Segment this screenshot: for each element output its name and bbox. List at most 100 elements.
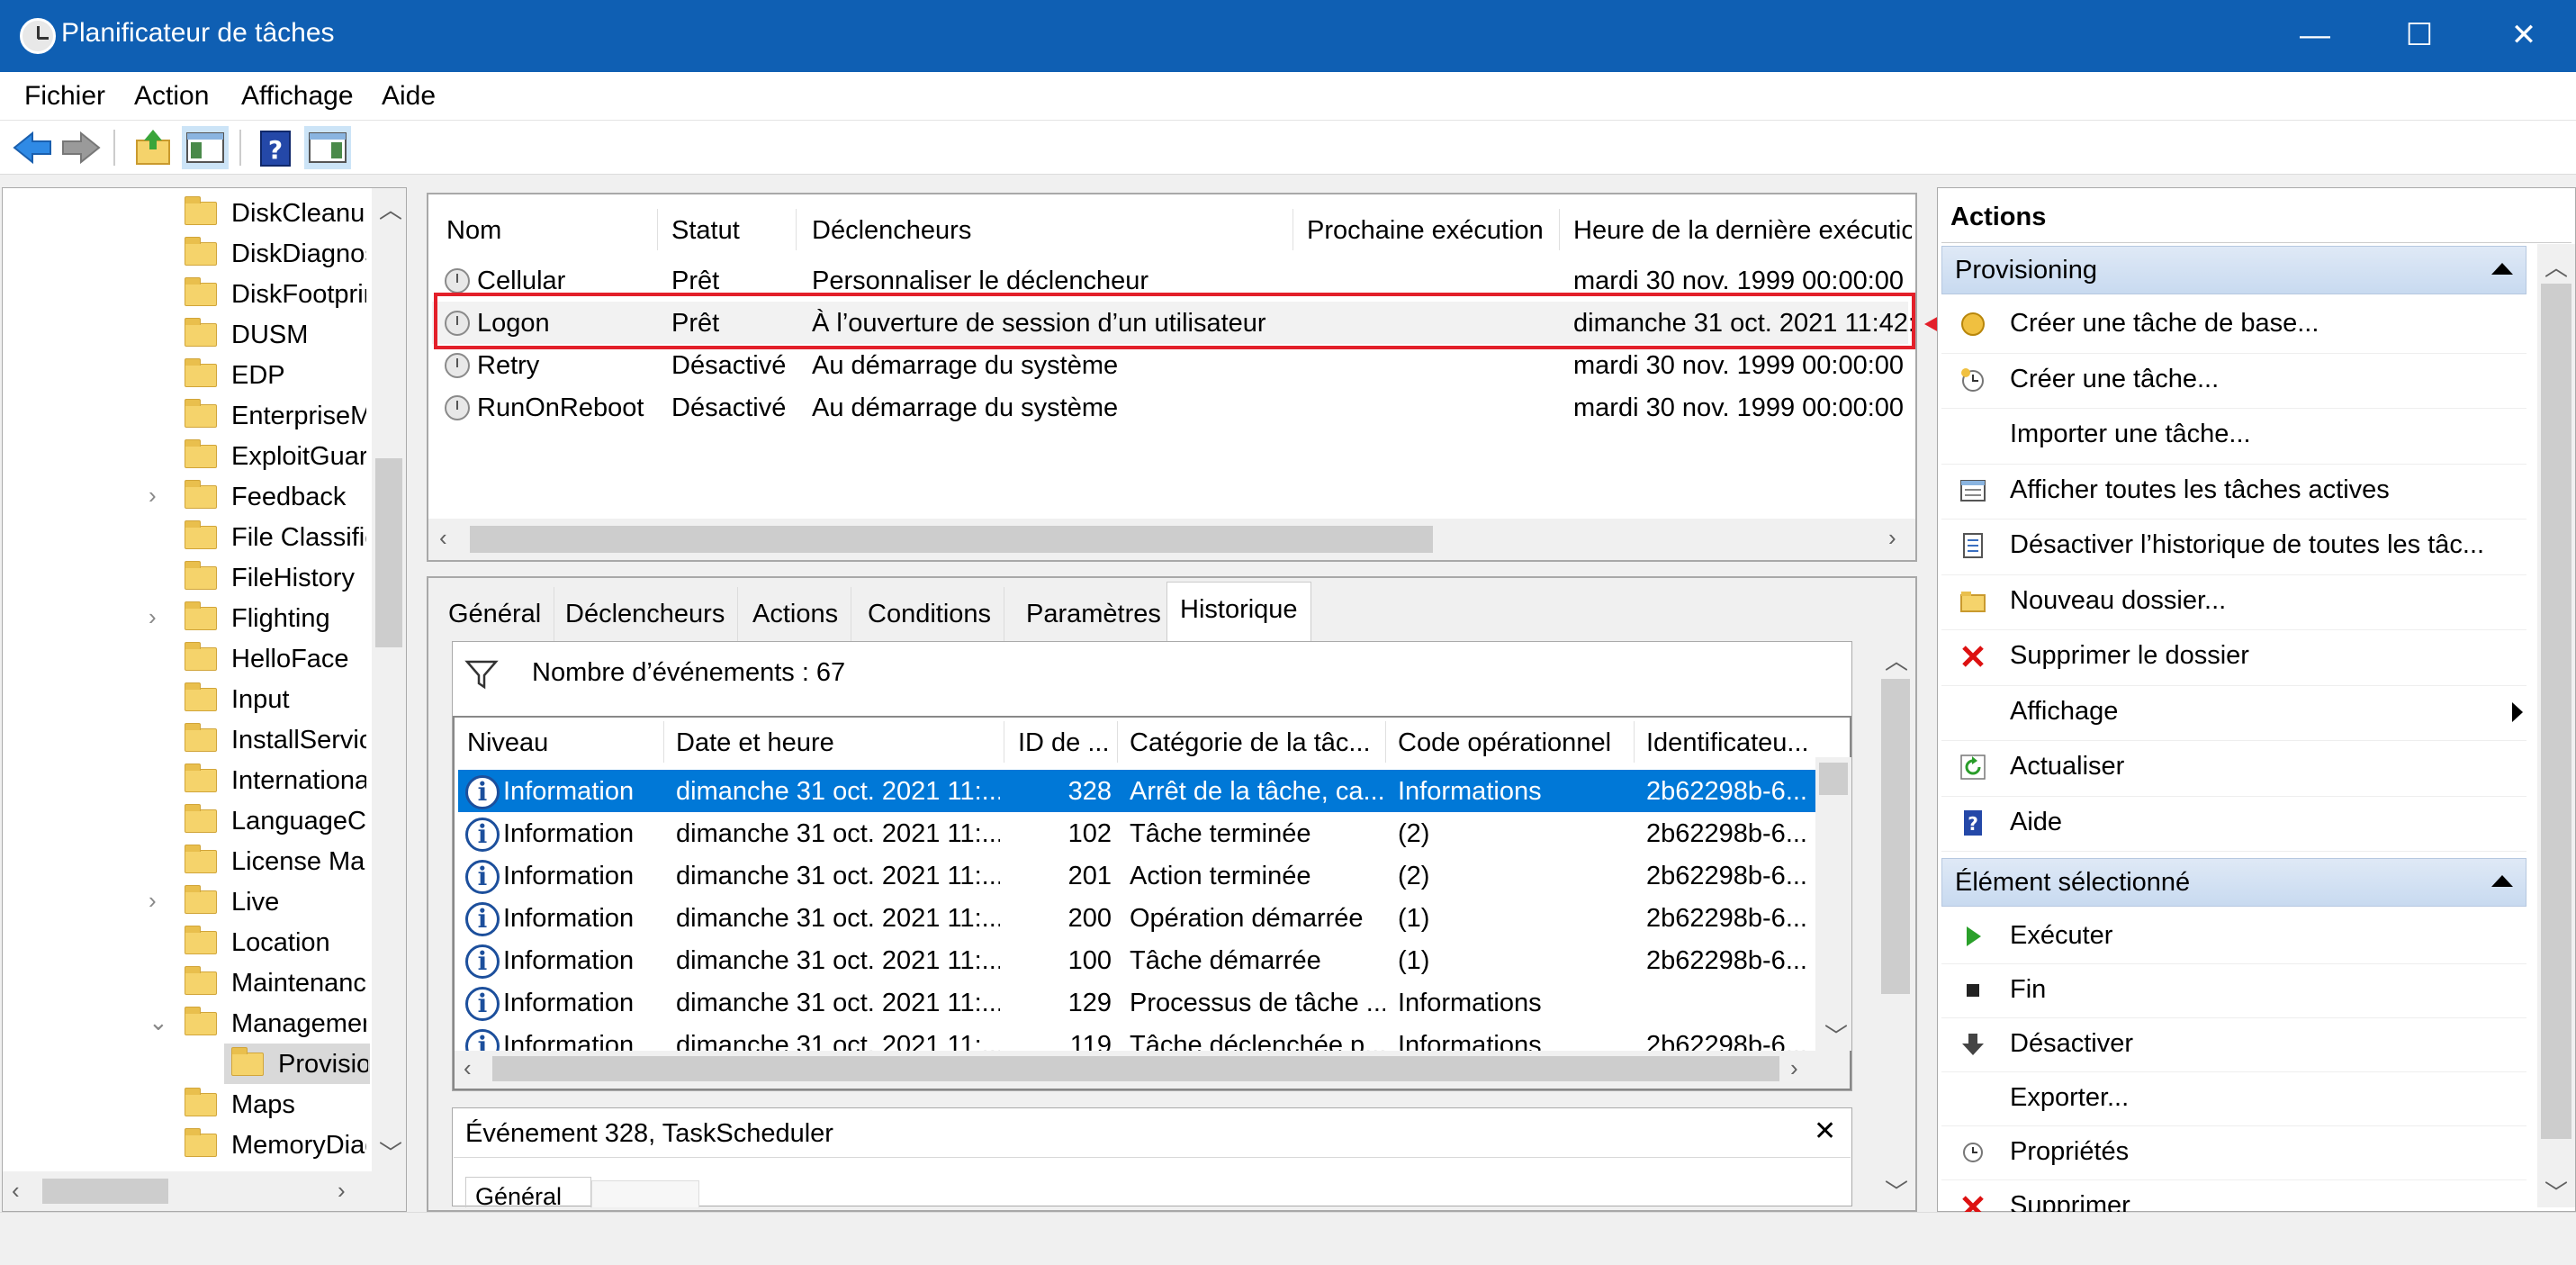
tree-item-location[interactable]: Location [3,922,370,962]
event-row[interactable]: i Information dimanche 31 oct. 2021 11:...… [458,897,1819,939]
action-exporter[interactable]: Exporter... [1941,1072,2526,1126]
tree-item-management[interactable]: ⌄ Management [3,1003,370,1044]
tab-declencheurs[interactable]: Déclencheurs [553,587,739,641]
scroll-left-arrow-icon[interactable]: ‹ [12,1177,20,1205]
section-element-selectionne[interactable]: Élément sélectionné [1941,858,2526,907]
scroll-up-arrow-icon[interactable]: ︿ [2544,249,2568,283]
action-proprietes[interactable]: Propriétés [1941,1126,2526,1180]
action-creer-une-tache[interactable]: Créer une tâche... [1941,354,2526,409]
column-header-prochaine-execution[interactable]: Prochaine exécution [1307,216,1544,246]
show-hide-console-tree-icon[interactable] [182,126,229,169]
tree-item-diskcleanup[interactable]: DiskCleanup [3,193,370,233]
scroll-left-arrow-icon[interactable]: ‹ [439,524,447,552]
details-vertical-scrollbar[interactable]: ︿ ﹀ [1876,639,1915,1208]
scroll-down-arrow-icon[interactable]: ﹀ [2544,1175,2568,1208]
column-header-nom[interactable]: Nom [446,216,501,246]
tree-item-diskfootprint[interactable]: DiskFootprint [3,274,370,314]
task-row-retry[interactable]: Retry Désactivé Au démarrage du système mar… [432,344,1908,386]
events-vertical-scrollbar[interactable]: ﹀ [1815,757,1851,1051]
action-actualiser[interactable]: Actualiser [1941,741,2526,797]
help-icon[interactable]: ? [252,126,299,169]
tree-item-enterprisemgmt[interactable]: EnterpriseMgmt [3,395,370,436]
column-header-declencheurs[interactable]: Déclencheurs [812,216,971,246]
scroll-thumb[interactable] [492,1056,1779,1081]
action-fin[interactable]: Fin [1941,964,2526,1018]
scroll-thumb[interactable] [375,458,402,647]
show-hide-action-pane-icon[interactable] [304,126,351,169]
column-header-niveau[interactable]: Niveau [467,728,647,758]
scroll-thumb[interactable] [42,1179,168,1204]
task-row-runonreboot[interactable]: RunOnReboot Désactivé Au démarrage du syst… [432,386,1908,429]
scroll-thumb[interactable] [2541,284,2571,1139]
event-row[interactable]: i Information dimanche 31 oct. 2021 11:...… [458,770,1819,812]
action-executer[interactable]: Exécuter [1941,910,2526,964]
events-horizontal-scrollbar[interactable]: ‹ › [455,1051,1850,1089]
scroll-thumb[interactable] [1881,679,1910,994]
column-header-id[interactable]: ID de ... [1018,728,1112,758]
tree-item-filehistory[interactable]: FileHistory [3,557,370,598]
tree-item-license-manager[interactable]: License Manager [3,841,370,881]
tree-item-input[interactable]: Input [3,679,370,719]
task-list-horizontal-scrollbar[interactable]: ‹ › [428,519,1915,560]
event-detail-tab-general[interactable]: Général [465,1177,591,1207]
menu-action[interactable]: Action [134,81,209,112]
action-aide[interactable]: ? Aide [1941,797,2526,852]
chevron-right-icon[interactable]: › [149,887,157,915]
tree-item-maintenance[interactable]: Maintenance [3,962,370,1003]
action-nouveau-dossier[interactable]: Nouveau dossier... [1941,575,2526,630]
scroll-right-arrow-icon[interactable]: › [1888,524,1896,552]
tree-item-exploitguard[interactable]: ExploitGuard [3,436,370,476]
menu-aide[interactable]: Aide [382,81,436,112]
tab-historique[interactable]: Historique [1166,582,1311,641]
column-header-date-heure[interactable]: Date et heure [676,728,1000,758]
submenu-arrow-icon[interactable] [2512,701,2523,722]
tree-item-memorydiagnostic[interactable]: MemoryDiagnostic [3,1125,370,1165]
tree-item-international[interactable]: International [3,760,370,800]
action-afficher-toutes-les-taches-actives[interactable]: Afficher toutes les tâches actives [1941,465,2526,520]
tab-parametres[interactable]: Paramètres [1013,587,1175,641]
scroll-thumb[interactable] [470,526,1433,553]
scroll-down-arrow-icon[interactable]: ﹀ [379,1135,402,1169]
event-detail-close-icon[interactable]: ✕ [1814,1116,1836,1147]
tab-general[interactable]: Général [436,587,555,641]
scroll-right-arrow-icon[interactable]: › [338,1177,346,1205]
column-header-categorie[interactable]: Catégorie de la tâc... [1130,728,1382,758]
column-header-derniere-execution[interactable]: Heure de la dernière exécution [1573,216,1912,246]
action-supprimer-le-dossier[interactable]: Supprimer le dossier [1941,630,2526,686]
chevron-right-icon[interactable]: › [149,603,157,631]
forward-arrow-icon[interactable] [58,126,104,169]
column-header-statut[interactable]: Statut [671,216,740,246]
section-provisioning[interactable]: Provisioning [1941,246,2526,294]
tree-item-file-classification[interactable]: File Classification [3,517,370,557]
event-row[interactable]: i Information dimanche 31 oct. 2021 11:...… [458,939,1819,981]
menu-fichier[interactable]: Fichier [24,81,105,112]
maximize-button[interactable]: ☐ [2367,0,2472,72]
filter-icon[interactable] [464,658,500,691]
event-row[interactable]: i Information dimanche 31 oct. 2021 11:...… [458,981,1819,1024]
scroll-up-arrow-icon[interactable]: ︿ [1885,643,1908,676]
tree-item-languagecomponents[interactable]: LanguageComponents [3,800,370,841]
tree-item-installservice[interactable]: InstallService [3,719,370,760]
close-button[interactable]: ✕ [2472,0,2576,72]
scroll-left-arrow-icon[interactable]: ‹ [464,1054,472,1082]
tree-horizontal-scrollbar[interactable]: ‹ › [3,1171,406,1211]
action-affichage[interactable]: Affichage [1941,686,2526,741]
collapse-triangle-icon[interactable] [2491,263,2513,275]
action-desactiver[interactable]: Désactiver [1941,1018,2526,1072]
tree-item-provisioning[interactable]: Provisioning [224,1044,370,1084]
tree-item-helloface[interactable]: HelloFace [3,638,370,679]
column-header-code-operationnel[interactable]: Code opérationnel [1398,728,1632,758]
scroll-down-arrow-icon[interactable]: ﹀ [1885,1174,1908,1207]
event-row[interactable]: i Information dimanche 31 oct. 2021 11:...… [458,812,1819,854]
action-creer-une-tache-de-base[interactable]: Créer une tâche de base... [1941,298,2526,354]
tree-item-flighting[interactable]: › Flighting [3,598,370,638]
scroll-right-arrow-icon[interactable]: › [1790,1054,1798,1082]
scroll-thumb[interactable] [1819,763,1848,795]
folder-tree[interactable]: DiskCleanup DiskDiagnostic DiskFootprint DU… [2,187,407,1212]
tree-item-maps[interactable]: Maps [3,1084,370,1125]
tree-item-edp[interactable]: EDP [3,355,370,395]
collapse-triangle-icon[interactable] [2491,875,2513,887]
back-arrow-icon[interactable] [9,126,56,169]
action-importer-une-tache[interactable]: Importer une tâche... [1941,409,2526,465]
event-row[interactable]: i Information dimanche 31 oct. 2021 11:...… [458,854,1819,897]
